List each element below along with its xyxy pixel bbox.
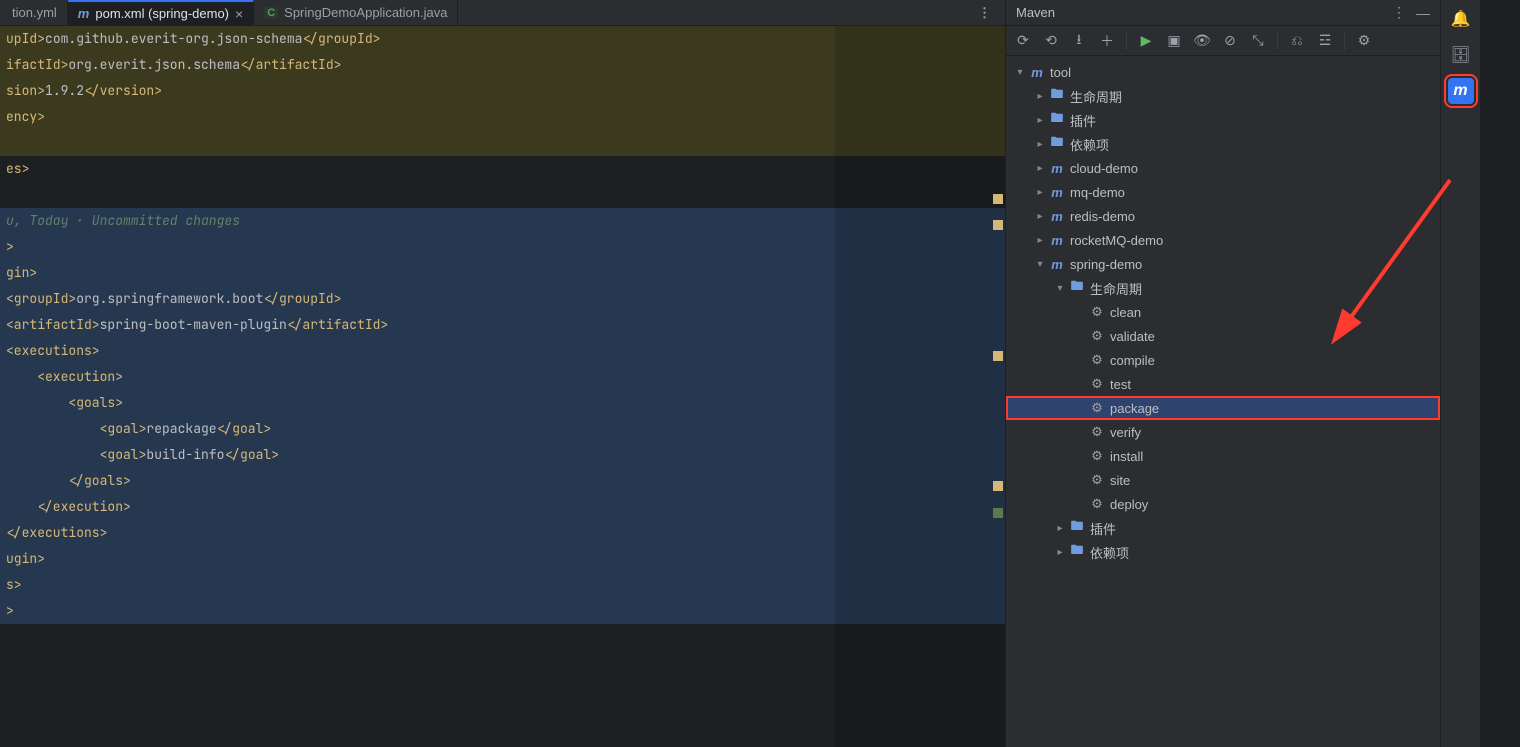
tree-goal-package[interactable]: ⚙package: [1006, 396, 1440, 420]
tab-java[interactable]: C SpringDemoApplication.java: [254, 0, 458, 26]
execute-goal-icon[interactable]: ▣: [1165, 32, 1183, 50]
skip-tests-icon[interactable]: ⊘: [1221, 32, 1239, 50]
tree-spring-lifecycle[interactable]: ▾🖿生命周期: [1006, 276, 1440, 300]
maven-tool-button[interactable]: m: [1448, 78, 1474, 104]
tree-goal-compile[interactable]: ⚙compile: [1006, 348, 1440, 372]
collapse-icon[interactable]: ⤡: [1249, 32, 1267, 50]
tree-lifecycle[interactable]: ▸🖿生命周期: [1006, 84, 1440, 108]
minimize-icon[interactable]: —: [1416, 5, 1430, 21]
java-class-icon: C: [264, 7, 278, 19]
code-minimap[interactable]: [835, 26, 1005, 747]
tree-module-mq[interactable]: ▸mmq-demo: [1006, 180, 1440, 204]
right-tool-strip: 🔔 🗄 m: [1440, 0, 1480, 747]
tree-module-spring-demo[interactable]: ▾mspring-demo: [1006, 252, 1440, 276]
tree-deps[interactable]: ▸🖿依赖项: [1006, 132, 1440, 156]
gutter-marks: [985, 26, 1005, 747]
tree-goal-validate[interactable]: ⚙validate: [1006, 324, 1440, 348]
tree-module-tool[interactable]: ▾mtool: [1006, 60, 1440, 84]
tree-goal-test[interactable]: ⚙test: [1006, 372, 1440, 396]
show-dependencies-icon[interactable]: ⎌: [1288, 32, 1306, 50]
maven-file-icon: m: [78, 6, 90, 21]
maven-header: Maven ⋮ —: [1006, 0, 1440, 26]
tree-goal-deploy[interactable]: ⚙deploy: [1006, 492, 1440, 516]
tree-module-redis[interactable]: ▸mredis-demo: [1006, 204, 1440, 228]
maven-tree: ▾mtool ▸🖿生命周期 ▸🖿插件 ▸🖿依赖项 ▸mcloud-demo ▸m…: [1006, 56, 1440, 747]
tree-module-cloud[interactable]: ▸mcloud-demo: [1006, 156, 1440, 180]
tree-spring-deps[interactable]: ▸🖿依赖项: [1006, 540, 1440, 564]
tree-goal-install[interactable]: ⚙install: [1006, 444, 1440, 468]
close-icon[interactable]: ×: [235, 6, 243, 22]
analyze-icon[interactable]: ☲: [1316, 32, 1334, 50]
tree-module-rocketmq[interactable]: ▸mrocketMQ-demo: [1006, 228, 1440, 252]
tree-plugins[interactable]: ▸🖿插件: [1006, 108, 1440, 132]
maven-tool-window: Maven ⋮ — ⟳ ⟲ ⭳ ＋ ▶ ▣ 👁 ⊘ ⤡ ⎌ ☲ ⚙: [1005, 0, 1480, 747]
editor-tabs: tion.yml m pom.xml (spring-demo) × C Spr…: [0, 0, 1005, 26]
maven-title: Maven: [1016, 5, 1382, 20]
add-icon[interactable]: ＋: [1098, 32, 1116, 50]
code-editor[interactable]: ▲ 19 ˄ ˅ upId>com.github.everit-org.json…: [0, 26, 1005, 747]
notifications-icon[interactable]: 🔔: [1448, 6, 1474, 32]
tabs-overflow-menu[interactable]: ⋮: [966, 5, 1005, 21]
download-sources-icon[interactable]: ⭳: [1070, 32, 1088, 50]
editor-area: tion.yml m pom.xml (spring-demo) × C Spr…: [0, 0, 1005, 747]
tree-goal-clean[interactable]: ⚙clean: [1006, 300, 1440, 324]
maven-toolbar: ⟳ ⟲ ⭳ ＋ ▶ ▣ 👁 ⊘ ⤡ ⎌ ☲ ⚙: [1006, 26, 1440, 56]
tree-goal-verify[interactable]: ⚙verify: [1006, 420, 1440, 444]
more-icon[interactable]: ⋮: [1392, 4, 1406, 21]
tree-goal-site[interactable]: ⚙site: [1006, 468, 1440, 492]
tab-label: pom.xml (spring-demo): [95, 6, 229, 21]
tree-spring-plugins[interactable]: ▸🖿插件: [1006, 516, 1440, 540]
tab-label: SpringDemoApplication.java: [284, 5, 447, 20]
run-icon[interactable]: ▶: [1137, 32, 1155, 50]
reload-icon[interactable]: ⟳: [1014, 32, 1032, 50]
generate-sources-icon[interactable]: ⟲: [1042, 32, 1060, 50]
tab-yml[interactable]: tion.yml: [2, 0, 68, 26]
database-icon[interactable]: 🗄: [1448, 42, 1474, 68]
tab-label: tion.yml: [12, 5, 57, 20]
tab-pom[interactable]: m pom.xml (spring-demo) ×: [68, 0, 254, 26]
settings-icon[interactable]: ⚙: [1355, 32, 1373, 50]
toggle-offline-icon[interactable]: 👁: [1193, 32, 1211, 50]
